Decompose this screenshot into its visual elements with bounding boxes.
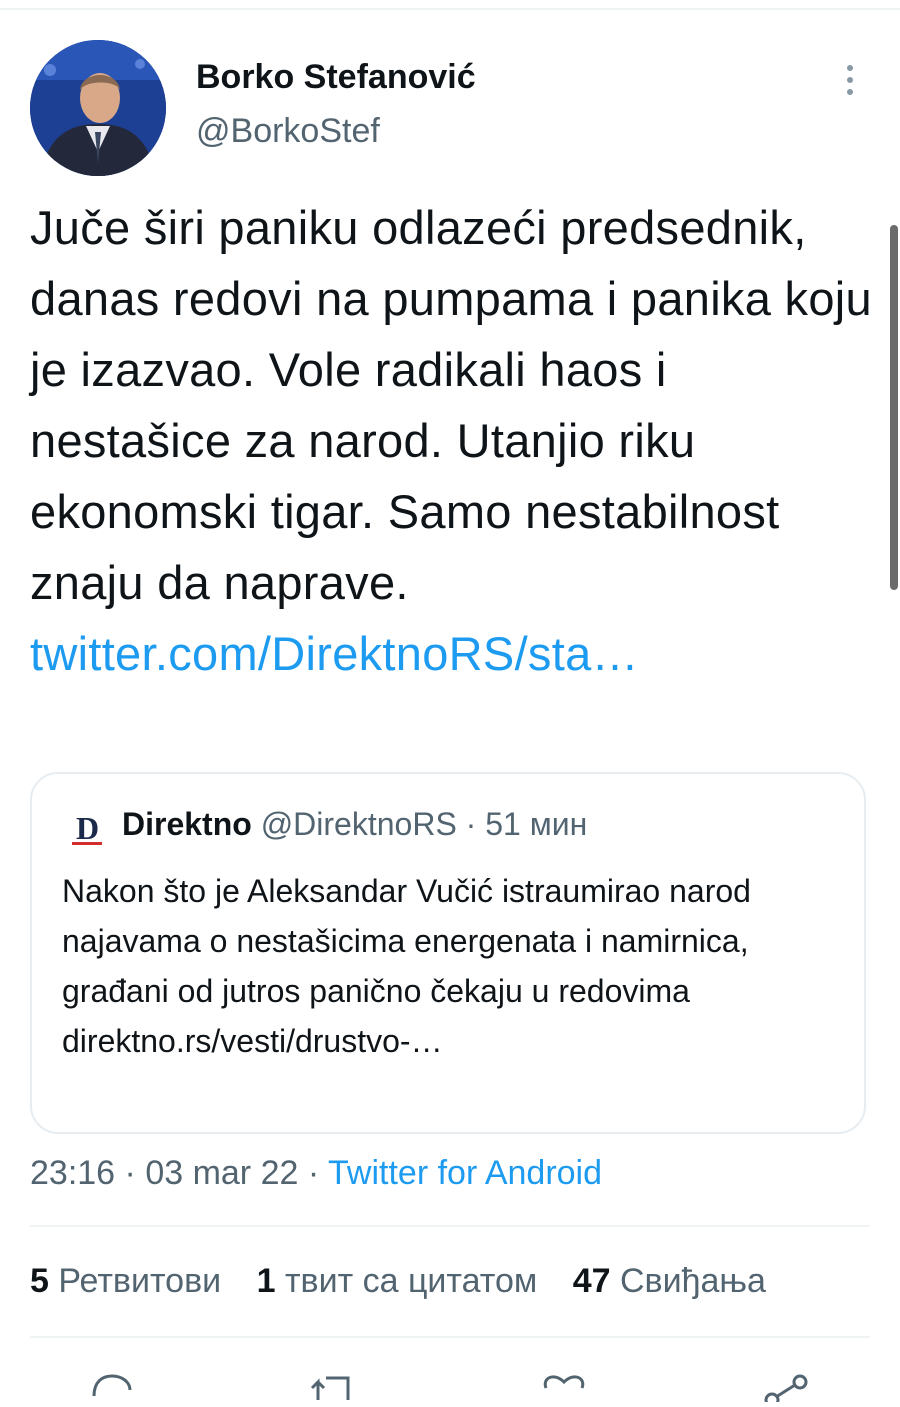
divider — [30, 1225, 870, 1227]
avatar[interactable] — [30, 40, 166, 176]
meta-separator-1: · — [115, 1154, 146, 1192]
quoted-author-handle[interactable]: @DirektnoRS — [261, 806, 457, 842]
retweets-stat[interactable]: 5 Ретвитови — [30, 1262, 221, 1300]
tweet-text: Juče širi paniku odlazeći predsednik, da… — [30, 192, 880, 689]
quote-tweets-stat[interactable]: 1 твит са цитатом — [257, 1262, 538, 1300]
quote-tweets-count: 1 — [256, 1262, 276, 1300]
tweet-link[interactable]: twitter.com/DirektnoRS/sta… — [30, 627, 639, 680]
tweet-time[interactable]: 23:16 — [30, 1154, 115, 1192]
scrollbar[interactable] — [890, 225, 898, 590]
tweet-date[interactable]: 03 mar 22 — [145, 1154, 298, 1192]
direktno-logo-underline — [72, 842, 102, 845]
engagement-stats: 5 Ретвитови 1 твит са цитатом 47 Свиђања — [30, 1262, 792, 1301]
author-handle[interactable]: @BorkoStef — [196, 112, 380, 151]
likes-label: Свиђања — [619, 1262, 766, 1300]
tweet-body: Juče širi paniku odlazeći predsednik, da… — [30, 201, 872, 609]
heart-icon[interactable] — [540, 1372, 588, 1402]
quote-tweets-label: твит са цитатом — [284, 1262, 538, 1300]
likes-stat[interactable]: 47 Свиђања — [573, 1262, 766, 1300]
divider — [30, 1336, 870, 1338]
quoted-author-name[interactable]: Direktno — [122, 806, 252, 842]
quoted-tweet-link[interactable]: direktno.rs/vesti/drustvo-… — [62, 1023, 443, 1059]
more-vertical-icon[interactable] — [838, 62, 862, 98]
author-name[interactable]: Borko Stefanović — [196, 58, 476, 97]
share-icon[interactable] — [762, 1372, 810, 1407]
quoted-time: 51 мин — [485, 806, 588, 842]
retweets-count: 5 — [30, 1262, 49, 1300]
top-divider — [0, 8, 900, 10]
meta-separator-2: · — [298, 1154, 329, 1192]
quoted-tweet-body: Nakon što je Aleksandar Vučić istraumira… — [62, 866, 842, 1066]
likes-count: 47 — [572, 1262, 611, 1300]
quoted-tweet-header: Direktno @DirektnoRS · 51 мин — [122, 806, 587, 843]
quoted-tweet-text: Nakon što je Aleksandar Vučić istraumira… — [62, 873, 751, 1009]
tweet-timestamp-row: 23:16 · 03 mar 22 · Twitter for Android — [30, 1154, 602, 1193]
reply-icon[interactable] — [88, 1372, 136, 1402]
retweets-label: Ретвитови — [58, 1262, 222, 1300]
tweet-source[interactable]: Twitter for Android — [328, 1154, 602, 1192]
quoted-separator: · — [456, 806, 486, 842]
retweet-icon[interactable] — [308, 1372, 356, 1402]
quoted-tweet-card[interactable]: D Direktno @DirektnoRS · 51 мин Nakon št… — [30, 772, 866, 1134]
